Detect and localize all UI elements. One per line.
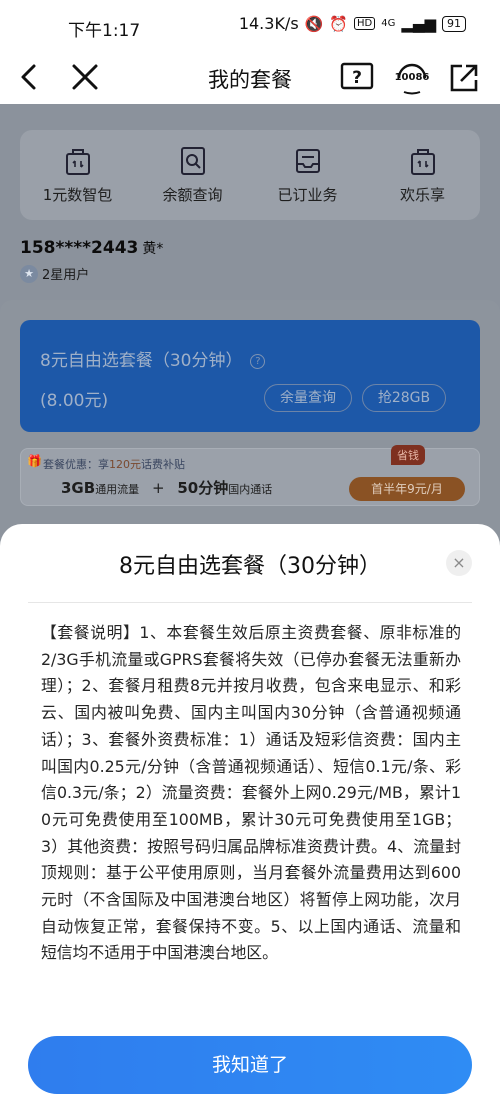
- bag-icon: [410, 149, 435, 175]
- divider: [28, 602, 472, 603]
- svg-text:?: ?: [352, 68, 362, 88]
- user-level: ★ 2星用户: [20, 264, 89, 283]
- plan-description: 【套餐说明】1、本套餐生效后原主资费套餐、原非标准的2/3G手机流量或GPRS套…: [41, 623, 461, 963]
- alarm-icon: ⏰: [329, 14, 349, 33]
- quick-action-enjoy[interactable]: 欢乐享: [365, 144, 480, 205]
- status-bar: 下午1:17 14.3K/s 🔇 ⏰ HD 4G ▂▄▆ 91: [0, 0, 500, 52]
- search-doc-icon: [180, 147, 205, 175]
- plan-detail-sheet: 8元自由选套餐（30分钟） × 【套餐说明】1、本套餐生效后原主资费套餐、原非标…: [0, 524, 500, 1097]
- user-phone: 158****2443 黄*: [20, 238, 164, 258]
- plan-price: (8.00元): [40, 391, 109, 411]
- promo-content: 3GB通用流量 + 50分钟国内通话: [61, 479, 273, 497]
- close-icon[interactable]: ×: [446, 550, 472, 576]
- status-time: 下午1:17: [68, 21, 141, 41]
- hd-icon: HD: [354, 17, 376, 30]
- inbox-icon: [295, 149, 320, 173]
- confirm-button[interactable]: 我知道了: [28, 1036, 472, 1094]
- customer-service-icon[interactable]: 10086: [390, 58, 434, 96]
- quick-action-data-pack[interactable]: 1元数智包: [20, 144, 135, 205]
- promo-banner[interactable]: 🎁 套餐优惠：享120元话费补贴 3GB通用流量 + 50分钟国内通话 省钱 首…: [20, 445, 480, 506]
- question-icon[interactable]: ?: [250, 354, 266, 369]
- gift-icon: 🎁: [27, 454, 42, 468]
- quick-action-subscriptions[interactable]: 已订业务: [250, 144, 365, 205]
- promo-offer-button[interactable]: 首半年9元/月: [349, 477, 465, 501]
- share-icon[interactable]: [448, 60, 480, 94]
- plan-card[interactable]: 8元自由选套餐（30分钟）? (8.00元) 余量查询 抢28GB: [20, 320, 480, 432]
- bag-icon: [65, 149, 90, 175]
- network-type: 4G: [381, 18, 396, 29]
- quick-action-balance[interactable]: 余额查询: [135, 144, 250, 205]
- help-icon[interactable]: ?: [339, 60, 375, 94]
- user-name: 黄*: [142, 241, 164, 257]
- status-icons: 14.3K/s 🔇 ⏰ HD 4G ▂▄▆ 91: [239, 14, 466, 33]
- nav-bar: 我的套餐 ? 10086: [0, 52, 500, 104]
- balance-query-button[interactable]: 余量查询: [264, 384, 352, 412]
- service-number: 10086: [394, 72, 430, 83]
- plan-name: 8元自由选套餐（30分钟）?: [40, 346, 266, 371]
- promo-label: 套餐优惠：享120元话费补贴: [43, 458, 185, 471]
- star-icon: ★: [20, 264, 38, 283]
- battery-icon: 91: [442, 15, 466, 32]
- quick-actions-card: 1元数智包 余额查询 已订业务 欢乐享: [20, 130, 480, 220]
- save-badge: 省钱: [391, 445, 425, 465]
- sheet-title: 8元自由选套餐（30分钟）: [119, 554, 381, 579]
- network-speed: 14.3K/s: [238, 14, 299, 33]
- grab-data-button[interactable]: 抢28GB: [362, 384, 446, 412]
- mute-icon: 🔇: [304, 14, 324, 33]
- signal-icon: ▂▄▆: [401, 14, 436, 33]
